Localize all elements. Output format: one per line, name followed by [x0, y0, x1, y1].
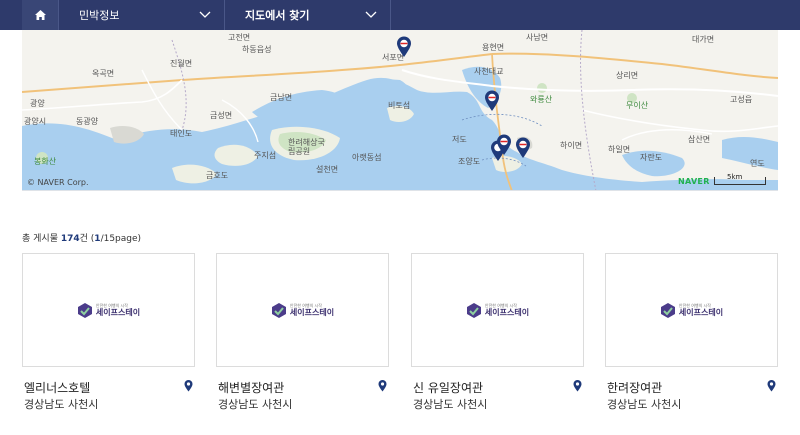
map-place-label: 동광양 — [76, 117, 99, 126]
map-place-label: 상리면 — [616, 71, 639, 80]
listing-name[interactable]: 신 유일장여관 — [413, 379, 483, 396]
logo-wordmark: 세이프스테이 — [678, 307, 724, 317]
map-place-label: 무이산 — [626, 101, 649, 110]
safestay-logo: 안전한 여행의 시작 세이프스테이 — [466, 302, 529, 319]
listing-name[interactable]: 엘리너스호텔 — [24, 379, 90, 396]
category-select[interactable]: 민박정보 — [60, 0, 225, 30]
safestay-logo: 안전한 여행의 시작 세이프스테이 — [77, 302, 140, 319]
listing-card[interactable]: 안전한 여행의 시작 세이프스테이 엘리너스호텔 경상남도 사천시 — [22, 253, 195, 411]
naver-logo: NAVER — [678, 177, 710, 186]
top-navigation-bar: 민박정보 지도에서 찾기 — [0, 0, 800, 30]
map-scale-bar: 5km — [714, 173, 766, 185]
map-place-label: 금호도 — [206, 171, 229, 180]
map-view[interactable]: 고전면 하동읍성 진월면 옥곡면 광양 동광양 광양시 태인도 금성면 금남면 … — [22, 30, 778, 191]
result-count-prefix: 총 게시물 — [22, 234, 61, 244]
home-button[interactable] — [22, 0, 59, 30]
map-place-label: 하일면 — [608, 145, 631, 154]
map-place-label: 주지섬 — [254, 151, 277, 160]
category-select-label: 민박정보 — [79, 9, 120, 22]
map-place-label: 옥곡면 — [92, 69, 115, 78]
map-marker-pin[interactable] — [496, 134, 512, 156]
house-logo-icon — [466, 302, 481, 318]
map-place-label: 저도 — [452, 135, 467, 144]
listing-card[interactable]: 안전한 여행의 시작 세이프스테이 한려장여관 경상남도 사천시 — [605, 253, 778, 411]
result-count-unit: 건 ( — [79, 234, 95, 244]
map-place-label: 자란도 — [640, 153, 663, 162]
listing-name[interactable]: 한려장여관 — [607, 379, 662, 396]
map-place-label: 하이면 — [560, 141, 583, 150]
logo-wordmark: 세이프스테이 — [289, 307, 335, 317]
location-pin-icon[interactable] — [184, 380, 193, 392]
map-place-label: 봉화산 — [34, 157, 57, 166]
map-place-label: 용현면 — [482, 43, 505, 52]
safestay-logo: 안전한 여행의 시작 세이프스테이 — [660, 302, 723, 319]
listing-region: 경상남도 사천시 — [607, 398, 682, 411]
map-place-label: 와룡산 — [530, 95, 553, 104]
map-place-label: 고전면 — [228, 33, 251, 42]
map-place-label: 연도 — [750, 159, 765, 168]
map-place-label: 한려해상국립공원 — [288, 138, 325, 156]
map-place-label: 금성면 — [210, 111, 233, 120]
logo-wordmark: 세이프스테이 — [484, 307, 530, 317]
listing-thumbnail[interactable]: 안전한 여행의 시작 세이프스테이 — [411, 253, 584, 367]
home-icon — [34, 10, 46, 20]
map-place-label: 광양시 — [24, 117, 47, 126]
listing-region: 경상남도 사천시 — [24, 398, 99, 411]
map-marker-pin[interactable] — [396, 36, 412, 58]
map-place-label: 광양 — [30, 99, 45, 108]
result-count-suffix: /15page) — [100, 234, 142, 244]
location-pin-icon[interactable] — [378, 380, 387, 392]
map-place-label: 고성읍 — [730, 95, 753, 104]
logo-wordmark: 세이프스테이 — [95, 307, 141, 317]
result-count: 총 게시물 174건 (1/15page) — [22, 231, 141, 244]
map-marker-pin[interactable] — [515, 137, 531, 159]
map-place-label: 아랫동섬 — [352, 153, 382, 162]
listing-region: 경상남도 사천시 — [218, 398, 293, 411]
chevron-down-icon — [365, 11, 377, 18]
listing-thumbnail[interactable]: 안전한 여행의 시작 세이프스테이 — [605, 253, 778, 367]
listing-region: 경상남도 사천시 — [413, 398, 488, 411]
map-place-label: 진월면 — [170, 59, 193, 68]
listing-thumbnail[interactable]: 안전한 여행의 시작 세이프스테이 — [216, 253, 389, 367]
map-place-label: 태인도 — [170, 129, 193, 138]
location-pin-icon[interactable] — [573, 380, 582, 392]
map-place-label: 설천면 — [316, 165, 339, 174]
map-place-label: 조양도 — [458, 157, 481, 166]
safestay-logo: 안전한 여행의 시작 세이프스테이 — [271, 302, 334, 319]
listing-name[interactable]: 해변별장여관 — [218, 379, 284, 396]
house-logo-icon — [77, 302, 92, 318]
map-scale-label: 5km — [727, 173, 743, 181]
map-place-label: 금남면 — [270, 93, 293, 102]
map-place-label: 비토섬 — [388, 101, 411, 110]
listing-card[interactable]: 안전한 여행의 시작 세이프스테이 해변별장여관 경상남도 사천시 — [216, 253, 389, 411]
submenu-select[interactable]: 지도에서 찾기 — [226, 0, 391, 30]
listing-thumbnail[interactable]: 안전한 여행의 시작 세이프스테이 — [22, 253, 195, 367]
location-pin-icon[interactable] — [767, 380, 776, 392]
chevron-down-icon — [199, 11, 211, 18]
map-place-label: 사천대교 — [474, 67, 504, 76]
result-count-number: 174 — [60, 234, 80, 244]
map-place-label: 삼산면 — [688, 135, 711, 144]
house-logo-icon — [271, 302, 286, 318]
listing-card[interactable]: 안전한 여행의 시작 세이프스테이 신 유일장여관 경상남도 사천시 — [411, 253, 584, 411]
map-place-label: 사남면 — [526, 33, 549, 42]
map-place-label: 대가면 — [692, 35, 715, 44]
map-place-label: 하동읍성 — [242, 45, 272, 54]
map-copyright: © NAVER Corp. — [27, 178, 89, 187]
house-logo-icon — [660, 302, 675, 318]
map-marker-pin[interactable] — [484, 90, 500, 112]
submenu-select-label: 지도에서 찾기 — [245, 9, 310, 22]
